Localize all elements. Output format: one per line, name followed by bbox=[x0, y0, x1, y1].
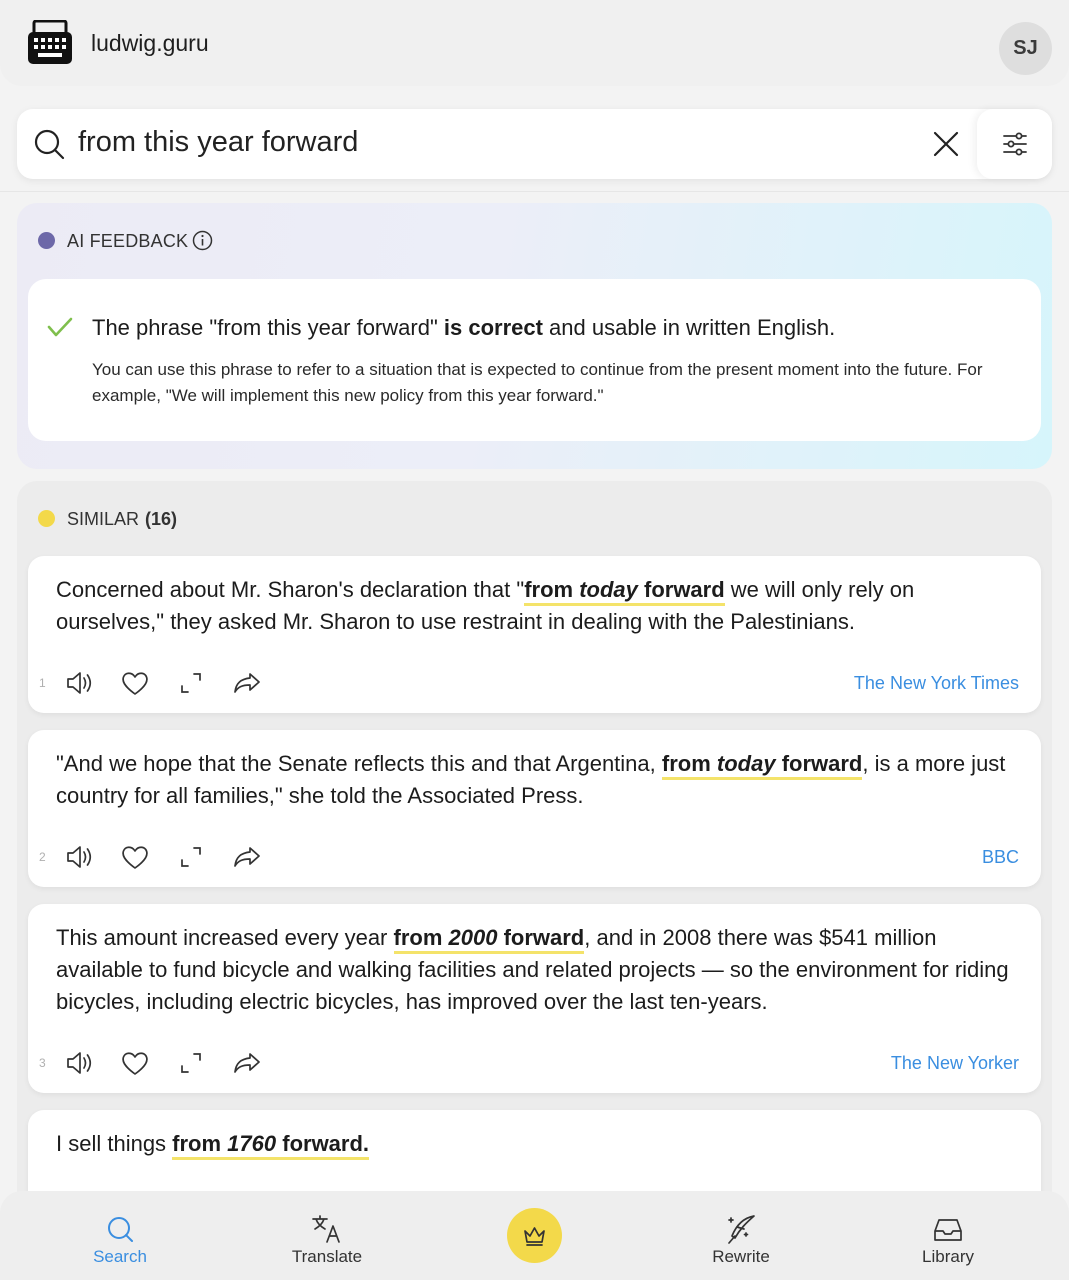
result-quote: "And we hope that the Senate reflects th… bbox=[56, 751, 1006, 808]
source-link[interactable]: The New York Times bbox=[854, 673, 1019, 694]
checkmark-icon bbox=[47, 317, 73, 337]
result-number: 3 bbox=[39, 1056, 46, 1070]
divider bbox=[0, 191, 1069, 192]
ai-feedback-body: You can use this phrase to refer to a si… bbox=[92, 360, 983, 405]
result-card[interactable]: Concerned about Mr. Sharon's declaration… bbox=[28, 556, 1041, 713]
avatar[interactable]: SJ bbox=[999, 22, 1052, 75]
close-icon[interactable] bbox=[931, 129, 961, 159]
highlighted-match: from 2000 forward bbox=[393, 925, 585, 954]
ai-feedback-headline: The phrase "from this year forward" is c… bbox=[92, 315, 836, 340]
result-card[interactable]: This amount increased every year from 20… bbox=[28, 904, 1041, 1093]
nav-rewrite[interactable]: Rewrite bbox=[671, 1191, 811, 1280]
expand-icon[interactable] bbox=[176, 1048, 206, 1078]
nav-search-label: Search bbox=[93, 1247, 147, 1266]
heart-icon[interactable] bbox=[120, 668, 150, 698]
search-icon bbox=[108, 1217, 133, 1242]
result-quote: This amount increased every year from 20… bbox=[56, 925, 1009, 1014]
nav-translate[interactable]: Translate bbox=[257, 1191, 397, 1280]
translate-icon bbox=[312, 1215, 340, 1243]
source-link[interactable]: The New Yorker bbox=[891, 1053, 1019, 1074]
highlighted-match: from today forward bbox=[524, 577, 725, 606]
ai-feedback-card: The phrase "from this year forward" is c… bbox=[28, 279, 1041, 441]
source-link[interactable]: BBC bbox=[982, 847, 1019, 868]
similar-label: SIMILAR (16) bbox=[67, 509, 178, 529]
top-bar: ludwig.guru SJ bbox=[0, 0, 1069, 86]
heart-icon[interactable] bbox=[120, 842, 150, 872]
share-icon[interactable] bbox=[232, 842, 262, 872]
speaker-icon[interactable] bbox=[64, 668, 94, 698]
nav-library-label: Library bbox=[922, 1247, 974, 1266]
search-icon bbox=[34, 129, 65, 160]
search-input[interactable]: from this year forward bbox=[78, 126, 358, 159]
nav-translate-label: Translate bbox=[291, 1247, 363, 1266]
typewriter-logo-icon[interactable] bbox=[27, 20, 73, 66]
filter-button[interactable] bbox=[977, 109, 1052, 179]
result-number: 1 bbox=[39, 676, 46, 690]
expand-icon[interactable] bbox=[176, 842, 206, 872]
info-icon[interactable] bbox=[192, 230, 213, 251]
speaker-icon[interactable] bbox=[64, 1048, 94, 1078]
nav-search[interactable]: Search bbox=[50, 1191, 190, 1280]
ai-feedback-panel: AI FEEDBACK The phrase "from this year f… bbox=[17, 203, 1052, 469]
similar-dot bbox=[38, 510, 55, 527]
nav-rewrite-label: Rewrite bbox=[712, 1247, 770, 1266]
sliders-icon bbox=[1003, 132, 1027, 156]
ai-feedback-label: AI FEEDBACK bbox=[67, 231, 189, 251]
search-bar: from this year forward bbox=[17, 109, 1052, 179]
speaker-icon[interactable] bbox=[64, 842, 94, 872]
premium-button[interactable] bbox=[507, 1208, 562, 1263]
expand-icon[interactable] bbox=[176, 668, 206, 698]
result-quote: I sell things from 1760 forward. bbox=[56, 1128, 1016, 1160]
nav-library[interactable]: Library bbox=[878, 1191, 1018, 1280]
result-number: 2 bbox=[39, 850, 46, 864]
share-icon[interactable] bbox=[232, 1048, 262, 1078]
share-icon[interactable] bbox=[232, 668, 262, 698]
site-name[interactable]: ludwig.guru bbox=[91, 30, 209, 57]
bottom-nav: Search Translate Rewrite Library bbox=[0, 1191, 1069, 1280]
highlighted-match: from 1760 forward. bbox=[172, 1131, 370, 1160]
quill-icon bbox=[728, 1215, 755, 1244]
ai-feedback-dot bbox=[38, 232, 55, 249]
crown-icon bbox=[524, 1227, 545, 1246]
heart-icon[interactable] bbox=[120, 1048, 150, 1078]
highlighted-match: from today forward bbox=[661, 751, 863, 780]
result-quote: Concerned about Mr. Sharon's declaration… bbox=[56, 577, 915, 634]
inbox-icon bbox=[934, 1219, 962, 1241]
result-card[interactable]: "And we hope that the Senate reflects th… bbox=[28, 730, 1041, 887]
similar-count: (16) bbox=[145, 509, 178, 529]
